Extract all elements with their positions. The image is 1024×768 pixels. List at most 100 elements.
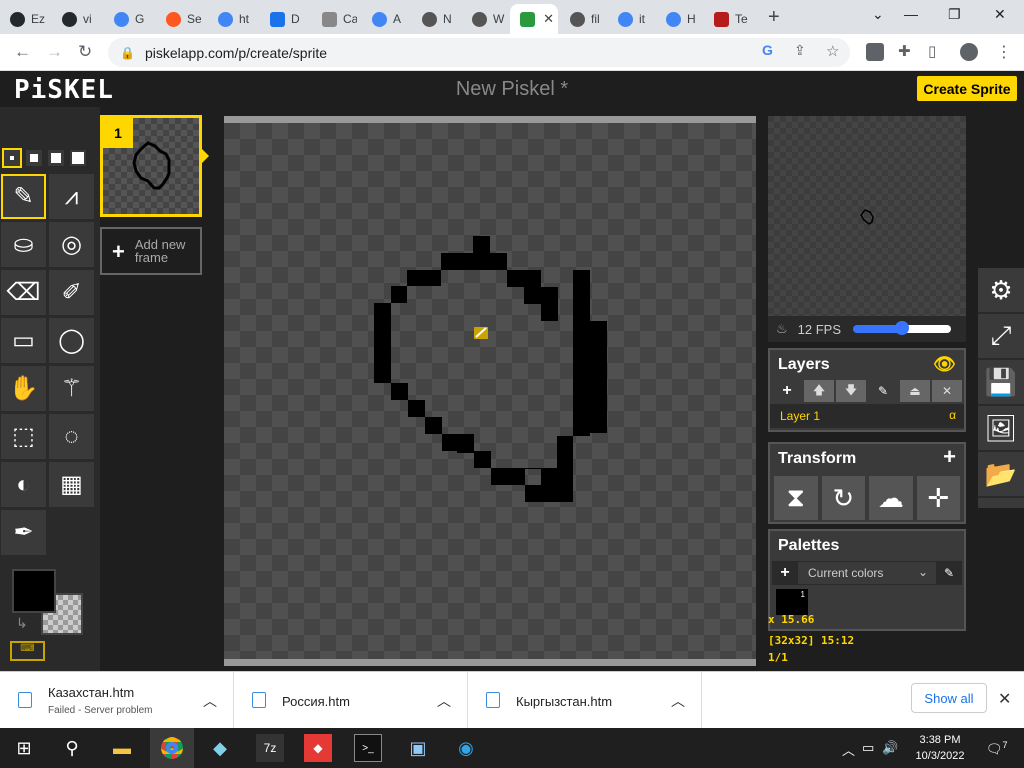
browser-tab[interactable]: W	[462, 4, 510, 34]
browser-tab[interactable]: N	[412, 4, 460, 34]
center-button[interactable]: ✛	[916, 476, 960, 520]
import-button[interactable]: 📂	[978, 452, 1024, 498]
layer-opacity[interactable]: α	[949, 408, 956, 422]
rename-layer-button[interactable]: ✎	[868, 380, 898, 402]
menu-icon[interactable]: ⋮	[996, 42, 1012, 62]
plus-icon[interactable]: +	[943, 444, 956, 470]
browser-tab[interactable]: D	[260, 4, 308, 34]
download-item[interactable]: Россия.htm ︿	[234, 672, 468, 729]
export-button[interactable]: 🖼	[978, 406, 1024, 452]
chevron-up-icon[interactable]: ︿	[437, 691, 451, 711]
swap-colors-icon[interactable]: ↳	[16, 615, 28, 632]
move-layer-up-button[interactable]: 🡅	[804, 380, 834, 402]
chevron-up-icon[interactable]: ︿	[842, 740, 855, 759]
flip-button[interactable]: ⧗	[774, 476, 818, 520]
rectangle-tool[interactable]: ▭	[1, 318, 46, 363]
pen-tool[interactable]: ✎	[1, 174, 46, 219]
download-item[interactable]: Казахстан.htm Failed - Server problem ︿	[0, 672, 234, 729]
edit-palette-icon[interactable]: ✎	[936, 566, 962, 580]
add-layer-button[interactable]: +	[772, 380, 802, 402]
maximize-button[interactable]: ❐	[948, 6, 961, 23]
new-tab-button[interactable]: +	[768, 6, 780, 29]
forward-icon[interactable]: →	[46, 42, 63, 62]
eraser-tool[interactable]: ⌫	[1, 270, 46, 315]
lock-icon[interactable]: 🔒	[120, 46, 135, 60]
notification-icon[interactable]: 🗨7	[986, 740, 1008, 757]
pen-size-2[interactable]	[26, 150, 42, 166]
file-explorer-icon[interactable]: ▬	[108, 734, 136, 762]
circle-tool[interactable]: ◯	[49, 318, 94, 363]
shape-select-tool[interactable]: ⚚	[49, 366, 94, 411]
google-lens-icon[interactable]: G	[762, 42, 773, 58]
puzzle-icon[interactable]: ✚	[898, 42, 911, 60]
onion-skin-icon[interactable]: ♨	[776, 321, 788, 337]
document-title[interactable]: New Piskel *	[0, 78, 1024, 101]
pen-size-1[interactable]	[2, 148, 22, 168]
anydesk-icon[interactable]: ◆	[304, 734, 332, 762]
browser-tab[interactable]: Se	[156, 4, 204, 34]
add-palette-button[interactable]: +	[772, 564, 798, 582]
lasso-select-tool[interactable]: ◌	[49, 414, 94, 459]
stroke-tool[interactable]: ✐	[49, 270, 94, 315]
merge-layer-button[interactable]: ⏏	[900, 380, 930, 402]
paint-bucket-tool[interactable]: ⛀	[1, 222, 46, 267]
back-icon[interactable]: ←	[14, 42, 31, 62]
app-icon[interactable]: ▣	[404, 734, 432, 762]
pen-size-4[interactable]	[70, 150, 86, 166]
clone-button[interactable]: ☁	[869, 476, 913, 520]
windows-start-icon[interactable]: ⊞	[10, 734, 38, 762]
app-icon[interactable]: ◆	[206, 734, 234, 762]
rectangle-select-tool[interactable]: ⬚	[1, 414, 46, 459]
terminal-icon[interactable]: >_	[354, 734, 382, 762]
dithering-tool[interactable]: ▦	[49, 462, 94, 507]
pen-size-3[interactable]	[48, 150, 64, 166]
browser-tab[interactable]: Ca	[312, 4, 360, 34]
lighten-tool[interactable]: ◐	[1, 462, 46, 507]
address-bar[interactable]: 🔒 piskelapp.com/p/create/sprite	[108, 38, 850, 67]
browser-tab[interactable]: fil	[560, 4, 608, 34]
drawing-canvas[interactable]	[224, 123, 756, 659]
extension-icon[interactable]	[866, 43, 884, 61]
paint-same-color-tool[interactable]: ◎	[49, 222, 94, 267]
clock[interactable]: 3:38 PM 10/3/2022	[910, 732, 970, 764]
slider-knob[interactable]	[895, 321, 910, 335]
layer-item[interactable]: Layer 1 α	[770, 404, 964, 428]
rotate-button[interactable]: ↻	[821, 476, 865, 520]
network-icon[interactable]: ▭	[862, 740, 874, 756]
close-tab-icon[interactable]: ✕	[543, 11, 554, 27]
browser-tab[interactable]: A	[362, 4, 410, 34]
vertical-mirror-pen-tool[interactable]: ⩘	[49, 174, 94, 219]
browser-tab[interactable]: ht	[208, 4, 256, 34]
chevron-up-icon[interactable]: ︿	[203, 691, 217, 711]
frame-thumbnail[interactable]: 1	[100, 115, 202, 217]
share-icon[interactable]: ⇪	[794, 42, 806, 59]
chrome-icon[interactable]	[150, 728, 194, 768]
close-window-button[interactable]: ✕	[994, 6, 1006, 23]
minimize-button[interactable]: —	[904, 6, 918, 22]
7zip-icon[interactable]: 7z	[256, 734, 284, 762]
reload-icon[interactable]: ↻	[78, 42, 92, 62]
color-picker-tool[interactable]: ✒	[1, 510, 46, 555]
keyboard-shortcuts-icon[interactable]: ⌨	[10, 641, 45, 661]
primary-color-swatch[interactable]	[12, 569, 56, 613]
side-panel-icon[interactable]: ▯	[928, 42, 936, 60]
download-item[interactable]: Кыргызстан.htm ︿	[468, 672, 702, 729]
search-icon[interactable]: ⚲	[58, 734, 86, 762]
settings-button[interactable]: ⚙	[978, 268, 1024, 314]
chevron-up-icon[interactable]: ︿	[671, 691, 685, 711]
fps-slider[interactable]	[853, 321, 952, 335]
add-frame-button[interactable]: + Add new frame	[100, 227, 202, 275]
show-all-button[interactable]: Show all	[911, 683, 987, 713]
browser-tab[interactable]: vi	[52, 4, 100, 34]
edge-icon[interactable]: ◉	[452, 734, 480, 762]
browser-tab[interactable]: it	[608, 4, 656, 34]
create-sprite-button[interactable]: Create Sprite	[917, 76, 1017, 101]
animation-preview[interactable]	[768, 116, 966, 316]
browser-tab-active[interactable]: ✕	[510, 4, 558, 34]
browser-tab[interactable]: H	[656, 4, 704, 34]
palette-select[interactable]: Current colors ⌄	[798, 562, 936, 584]
profile-icon[interactable]	[960, 43, 978, 61]
volume-icon[interactable]: 🔊	[882, 740, 898, 756]
delete-layer-button[interactable]: ✕	[932, 380, 962, 402]
eye-icon[interactable]: 👁	[933, 354, 956, 375]
